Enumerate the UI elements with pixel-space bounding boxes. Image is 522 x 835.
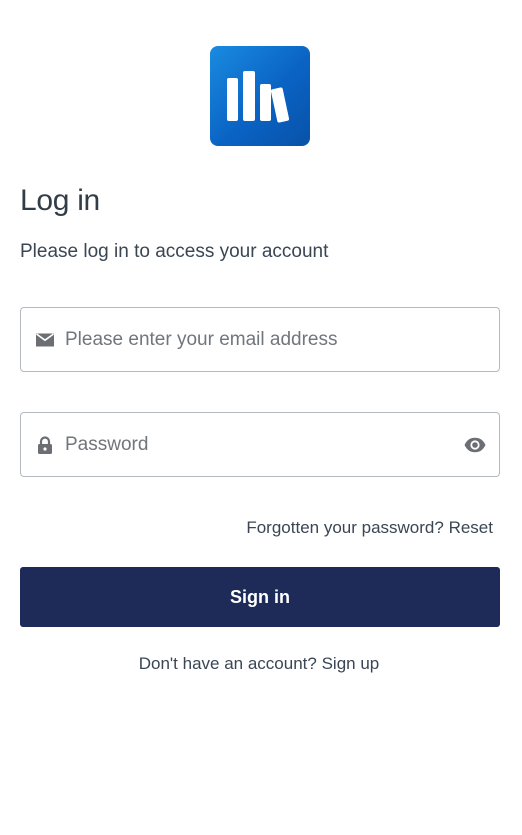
signup-prompt: Don't have an account? bbox=[138, 654, 317, 673]
signup-row: Don't have an account? Sign up bbox=[0, 654, 518, 674]
app-logo bbox=[210, 46, 310, 146]
sign-in-button[interactable]: Sign in bbox=[20, 567, 500, 627]
forgot-password-text: Forgotten your password? bbox=[246, 518, 444, 537]
sign-up-link[interactable]: Sign up bbox=[322, 654, 380, 673]
lock-icon bbox=[35, 435, 55, 455]
password-field[interactable] bbox=[20, 412, 500, 477]
email-field[interactable] bbox=[20, 307, 500, 372]
books-logo-icon bbox=[227, 71, 290, 123]
page-title: Log in bbox=[20, 184, 100, 217]
reset-password-link[interactable]: Reset bbox=[449, 518, 493, 537]
email-input[interactable] bbox=[65, 308, 445, 371]
password-input[interactable] bbox=[65, 413, 445, 476]
forgot-password-row: Forgotten your password? Reset bbox=[246, 518, 493, 538]
eye-icon[interactable] bbox=[463, 433, 487, 457]
page-subtitle: Please log in to access your account bbox=[20, 241, 329, 262]
envelope-icon bbox=[35, 330, 55, 350]
